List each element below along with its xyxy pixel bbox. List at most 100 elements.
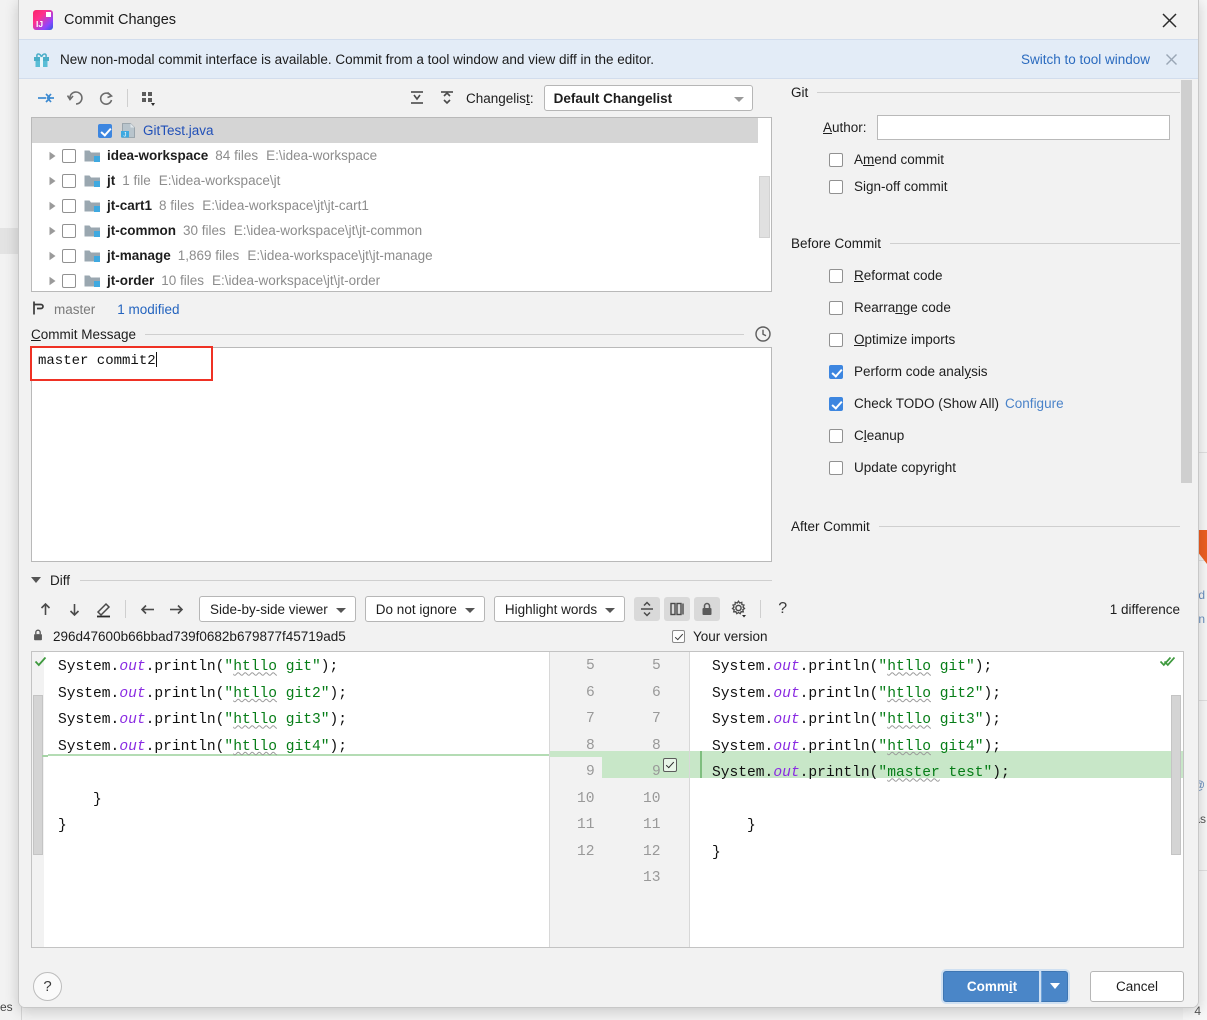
tree-row-path: E:\idea-workspace\jt\jt-cart1 bbox=[202, 198, 369, 213]
checkbox[interactable] bbox=[829, 179, 843, 194]
compare-columns-icon[interactable] bbox=[664, 597, 691, 621]
tree-row-filecount: 10 files bbox=[161, 273, 205, 288]
accept-change-checkbox[interactable] bbox=[663, 758, 677, 772]
tree-row-checkbox[interactable] bbox=[62, 273, 76, 288]
tree-scrollbar[interactable] bbox=[758, 118, 771, 291]
lock-icon[interactable] bbox=[694, 597, 721, 621]
tree-row[interactable]: jt-order 10 files E:\idea-workspace\jt\jt-… bbox=[32, 268, 771, 291]
checkbox[interactable] bbox=[829, 428, 843, 443]
tree-row[interactable]: jt-common 30 files E:\idea-workspace\jt\jt… bbox=[32, 218, 771, 243]
author-field[interactable] bbox=[876, 115, 1170, 140]
tree-row[interactable]: idea-workspace 84 files E:\idea-workspace bbox=[32, 143, 771, 168]
tree-row[interactable]: J GitTest.java bbox=[32, 118, 771, 143]
option-amend-commit[interactable]: Amend commit bbox=[829, 152, 1198, 167]
switch-to-tool-window-link[interactable]: Switch to tool window bbox=[1021, 52, 1150, 67]
clock-history-icon[interactable] bbox=[754, 325, 772, 343]
arrow-left-icon[interactable] bbox=[133, 596, 162, 622]
revert-icon[interactable] bbox=[61, 85, 91, 111]
toolbar-divider bbox=[125, 600, 126, 618]
configure-todo-link[interactable]: Configure bbox=[1005, 396, 1064, 411]
close-icon[interactable] bbox=[1150, 6, 1188, 34]
tree-row-checkbox[interactable] bbox=[62, 223, 76, 238]
tree-expand-icon[interactable] bbox=[42, 151, 62, 161]
highlight-mode-combo[interactable]: Highlight words bbox=[493, 596, 626, 622]
option-cleanup[interactable]: Cleanup bbox=[829, 428, 1198, 443]
tree-row-checkbox[interactable] bbox=[62, 148, 76, 163]
question-mark-icon[interactable]: ? bbox=[768, 596, 797, 622]
changelist-selected-value: Default Changelist bbox=[553, 90, 673, 106]
diff-pane-left[interactable]: System. out .println("htllo git"); System.… bbox=[32, 652, 550, 947]
diff-pane-right[interactable]: System. out .println("htllo git"); System.… bbox=[690, 652, 1183, 947]
line-number: 9 bbox=[586, 764, 595, 780]
tree-expand-icon[interactable] bbox=[42, 276, 62, 286]
viewer-mode-combo[interactable]: Side-by-side viewer bbox=[199, 596, 356, 622]
refresh-icon[interactable] bbox=[91, 85, 121, 111]
tree-row[interactable]: jt 1 file E:\idea-workspace\jt bbox=[32, 168, 771, 193]
group-by-icon[interactable] bbox=[134, 85, 164, 111]
gift-icon bbox=[33, 51, 50, 68]
options-scrollbar-thumb[interactable] bbox=[1181, 80, 1192, 483]
option-update-copyright[interactable]: Update copyright bbox=[829, 460, 1198, 475]
cancel-button[interactable]: Cancel bbox=[1090, 970, 1184, 1002]
checkbox[interactable] bbox=[829, 300, 843, 315]
changelist-toolbar: Changelist: Default Changelist bbox=[19, 79, 786, 117]
tree-row-checkbox[interactable] bbox=[62, 248, 76, 263]
option-label: Perform code analysis bbox=[854, 364, 988, 379]
pencil-icon[interactable] bbox=[89, 596, 118, 622]
tree-row[interactable]: jt-manage 1,869 files E:\idea-workspace\jt… bbox=[32, 243, 771, 268]
diff-section-header[interactable]: Diff bbox=[31, 569, 772, 591]
option-rearrange-code[interactable]: Rearrange code bbox=[829, 300, 1198, 315]
checkbox[interactable] bbox=[829, 268, 843, 283]
arrow-up-icon[interactable] bbox=[31, 596, 60, 622]
option-perform-code-analysis[interactable]: Perform code analysis bbox=[829, 364, 1198, 379]
before-commit-group-label: Before Commit bbox=[791, 236, 882, 251]
arrow-down-icon[interactable] bbox=[60, 596, 89, 622]
checkbox[interactable] bbox=[829, 152, 843, 167]
line-number: 11 bbox=[577, 817, 595, 833]
tree-row-checkbox[interactable] bbox=[62, 198, 76, 213]
tree-row-checkbox[interactable] bbox=[62, 173, 76, 188]
move-to-another-changelist-icon[interactable] bbox=[31, 85, 61, 111]
changelist-combo[interactable]: Default Changelist bbox=[543, 85, 753, 111]
line-number: 11 bbox=[643, 817, 661, 833]
ignore-mode-combo[interactable]: Do not ignore bbox=[364, 596, 485, 622]
tree-row-name: idea-workspace bbox=[107, 148, 209, 163]
commit-button[interactable]: Comm i t bbox=[943, 970, 1041, 1002]
tree-expand-icon[interactable] bbox=[42, 226, 62, 236]
checkbox[interactable] bbox=[829, 460, 843, 475]
expand-all-icon[interactable] bbox=[402, 85, 432, 111]
commit-message-input[interactable]: master commit2 bbox=[30, 346, 772, 562]
tree-expand-icon[interactable] bbox=[42, 201, 62, 211]
module-folder-icon bbox=[84, 273, 101, 288]
tree-expand-icon[interactable] bbox=[42, 251, 62, 261]
option-reformat-code[interactable]: Reformat code bbox=[829, 268, 1198, 283]
collapse-unchanged-icon[interactable] bbox=[634, 597, 661, 621]
modified-count-link[interactable]: 1 modified bbox=[117, 302, 179, 317]
commit-dropdown-button[interactable] bbox=[1041, 970, 1068, 1002]
arrow-right-icon[interactable] bbox=[162, 596, 191, 622]
branch-status-bar: master 1 modified bbox=[31, 297, 180, 321]
checkbox[interactable] bbox=[829, 396, 843, 411]
chevron-down-icon bbox=[605, 608, 616, 613]
commit-message-header: Commit Message bbox=[31, 324, 772, 344]
your-version-header[interactable]: Your version bbox=[672, 629, 768, 644]
tree-row-path: E:\idea-workspace\jt\jt-order bbox=[212, 273, 381, 288]
checkbox[interactable] bbox=[672, 629, 685, 643]
banner-dismiss-icon[interactable] bbox=[1158, 53, 1184, 66]
tree-row-name: jt-manage bbox=[107, 248, 171, 263]
collapse-all-icon[interactable] bbox=[432, 85, 462, 111]
checkbox[interactable] bbox=[829, 364, 843, 379]
tree-row-checkbox[interactable] bbox=[98, 123, 112, 138]
changed-files-tree[interactable]: J GitTest.java idea-workspace 84 files E:\id… bbox=[31, 117, 772, 292]
checkbox[interactable] bbox=[829, 332, 843, 347]
gear-icon[interactable] bbox=[724, 596, 753, 622]
tree-row-name: jt bbox=[107, 173, 116, 188]
tree-row[interactable]: jt-cart1 8 files E:\idea-workspace\jt\jt-c… bbox=[32, 193, 771, 218]
line-number: 8 bbox=[652, 737, 661, 754]
option-check-todo[interactable]: Check TODO (Show All) Configure bbox=[829, 396, 1198, 411]
option-optimize-imports[interactable]: Optimize imports bbox=[829, 332, 1198, 347]
tree-scrollbar-thumb[interactable] bbox=[759, 176, 770, 238]
option-sign-off-commit[interactable]: Sign-off commit bbox=[829, 179, 1198, 194]
tree-expand-icon[interactable] bbox=[42, 176, 62, 186]
help-button[interactable]: ? bbox=[33, 971, 62, 1001]
